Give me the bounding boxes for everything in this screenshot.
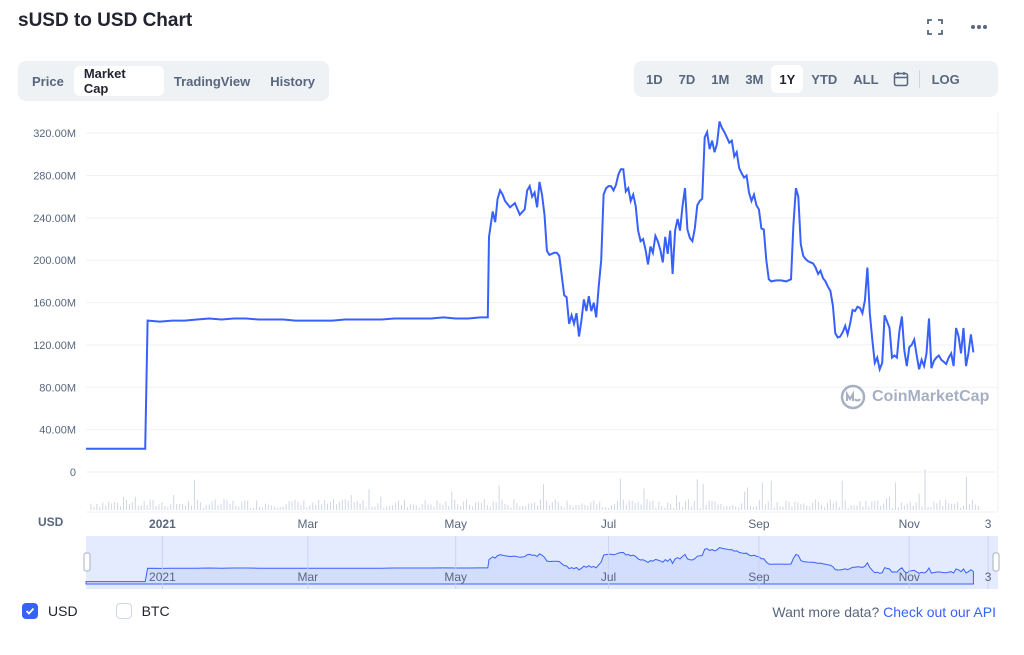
x-tick-label: Nov xyxy=(899,517,920,531)
x-tick-label: Mar xyxy=(298,517,319,531)
x-tick-label: Jul xyxy=(601,517,616,531)
navigator-tick-label: 3 xyxy=(985,570,992,584)
y-tick-label: 320.00M xyxy=(33,128,76,140)
navigator-tick-label: Mar xyxy=(298,570,319,584)
legend-item-usd[interactable]: USD xyxy=(22,603,78,619)
x-tick-label: 2021 xyxy=(149,517,176,531)
navigator-tick-label: May xyxy=(444,570,467,584)
watermark: CoinMarketCap xyxy=(840,384,989,410)
y-tick-label: 0 xyxy=(70,467,76,479)
navigator-tick-label: 2021 xyxy=(149,570,176,584)
coinmarketcap-logo-icon xyxy=(840,384,866,410)
y-tick-label: 160.00M xyxy=(33,298,76,310)
watermark-text: CoinMarketCap xyxy=(872,388,990,405)
y-tick-label: 280.00M xyxy=(33,171,76,183)
legend-label-usd: USD xyxy=(48,603,78,619)
navigator-tick-label: Jul xyxy=(601,570,616,584)
x-tick-label: 3 xyxy=(985,517,992,531)
navigator-left-handle[interactable] xyxy=(83,552,91,572)
api-promo: Want more data? Check out our API xyxy=(772,604,996,620)
market-cap-chart: 0 40.00M 80.00M 120.00M 160.00M 200.00M 240.00… xyxy=(33,112,1000,589)
api-link[interactable]: Check out our API xyxy=(883,604,996,620)
check-icon xyxy=(25,607,35,615)
y-tick-label: 240.00M xyxy=(33,213,76,225)
legend: USD BTC xyxy=(22,603,198,619)
navigator-tick-label: Sep xyxy=(748,570,770,584)
currency-axis-label: USD xyxy=(38,515,64,529)
y-tick-label: 200.00M xyxy=(33,255,76,267)
usd-checkbox[interactable] xyxy=(22,603,38,619)
x-tick-label: Sep xyxy=(748,517,770,531)
y-tick-label: 80.00M xyxy=(39,382,76,394)
legend-item-btc[interactable]: BTC xyxy=(115,603,170,619)
legend-label-btc: BTC xyxy=(141,603,170,619)
navigator-right-handle[interactable] xyxy=(992,552,1000,572)
y-tick-label: 120.00M xyxy=(33,340,76,352)
y-tick-label: 40.00M xyxy=(39,425,76,437)
x-tick-label: May xyxy=(444,517,467,531)
api-promo-text: Want more data? xyxy=(772,604,880,620)
btc-checkbox[interactable] xyxy=(115,603,132,619)
navigator-tick-label: Nov xyxy=(899,570,920,584)
